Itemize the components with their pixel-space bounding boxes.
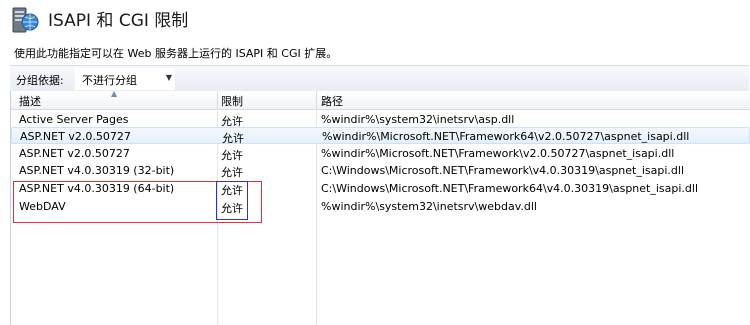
page-description: 使用此功能指定可以在 Web 服务器上运行的 ISAPI 和 CGI 扩展。 xyxy=(14,47,338,60)
table-row[interactable]: Active Server Pages 允许 %windir%\system32… xyxy=(11,111,750,128)
column-divider[interactable] xyxy=(316,91,317,109)
cell-description: ASP.NET v2.0.50727 xyxy=(19,147,130,160)
grouping-toolbar: 分组依据: 不进行分组 ▼ xyxy=(10,65,749,92)
page-title: ISAPI 和 CGI 限制 xyxy=(48,11,189,31)
group-by-dropdown[interactable]: 不进行分组 ▼ xyxy=(75,68,175,90)
cell-path: C:\Windows\Microsoft.NET\Framework\v4.0.… xyxy=(321,164,685,177)
column-header-restriction[interactable]: 限制 xyxy=(221,93,243,109)
cell-description: Active Server Pages xyxy=(19,113,129,126)
column-header-description[interactable]: 描述 xyxy=(19,93,41,109)
highlight-box-blue xyxy=(216,181,248,220)
page-header: ISAPI 和 CGI 限制 xyxy=(0,0,750,38)
column-divider[interactable] xyxy=(217,91,218,109)
column-header-path[interactable]: 路径 xyxy=(321,93,343,109)
cell-description: ASP.NET v4.0.30319 (32-bit) xyxy=(19,164,175,177)
sort-ascending-icon: ▲ xyxy=(111,89,118,98)
table-row[interactable]: ASP.NET v2.0.50727 允许 %windir%\Microsoft… xyxy=(11,145,750,162)
cell-restriction: 允许 xyxy=(222,132,244,145)
group-by-label: 分组依据: xyxy=(16,74,64,87)
cell-restriction: 允许 xyxy=(221,149,243,162)
server-globe-icon xyxy=(12,7,39,33)
cell-description: ASP.NET v2.0.50727 xyxy=(20,130,131,143)
cell-path: C:\Windows\Microsoft.NET\Framework64\v4.… xyxy=(321,182,699,195)
cell-path: %windir%\Microsoft.NET\Framework\v2.0.50… xyxy=(321,147,675,160)
cell-restriction: 允许 xyxy=(221,166,243,179)
cell-path: %windir%\system32\inetsrv\asp.dll xyxy=(321,113,515,126)
group-by-value: 不进行分组 xyxy=(82,74,137,87)
cell-path: %windir%\system32\inetsrv\webdav.dll xyxy=(321,200,537,213)
chevron-down-icon[interactable]: ▼ xyxy=(166,73,172,82)
cell-path: %windir%\Microsoft.NET\Framework64\v2.0.… xyxy=(322,130,690,143)
table-row[interactable]: ASP.NET v2.0.50727 允许 %windir%\Microsoft… xyxy=(11,127,750,145)
table-row[interactable]: ASP.NET v4.0.30319 (32-bit) 允许 C:\Window… xyxy=(11,162,750,179)
table-header: 描述 ▲ 限制 路径 xyxy=(11,89,750,110)
